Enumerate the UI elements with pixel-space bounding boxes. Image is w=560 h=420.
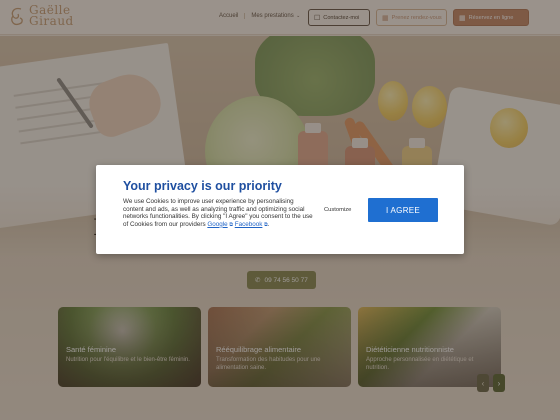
page: Gaëlle Giraud Accueil Mes prestations ⌄ … xyxy=(0,0,560,420)
facebook-link[interactable]: Facebook xyxy=(235,221,263,228)
consent-body: We use Cookies to improve user experienc… xyxy=(123,198,313,228)
external-link-icon: ⧉ xyxy=(264,221,268,228)
agree-button[interactable]: I AGREE xyxy=(368,198,438,222)
google-link[interactable]: Google xyxy=(207,221,227,228)
consent-title: Your privacy is our priority xyxy=(123,179,282,193)
consent-dialog: Your privacy is our priority We use Cook… xyxy=(96,165,464,254)
external-link-icon: ⧉ xyxy=(229,221,233,228)
customize-button[interactable]: Customize xyxy=(324,207,351,213)
